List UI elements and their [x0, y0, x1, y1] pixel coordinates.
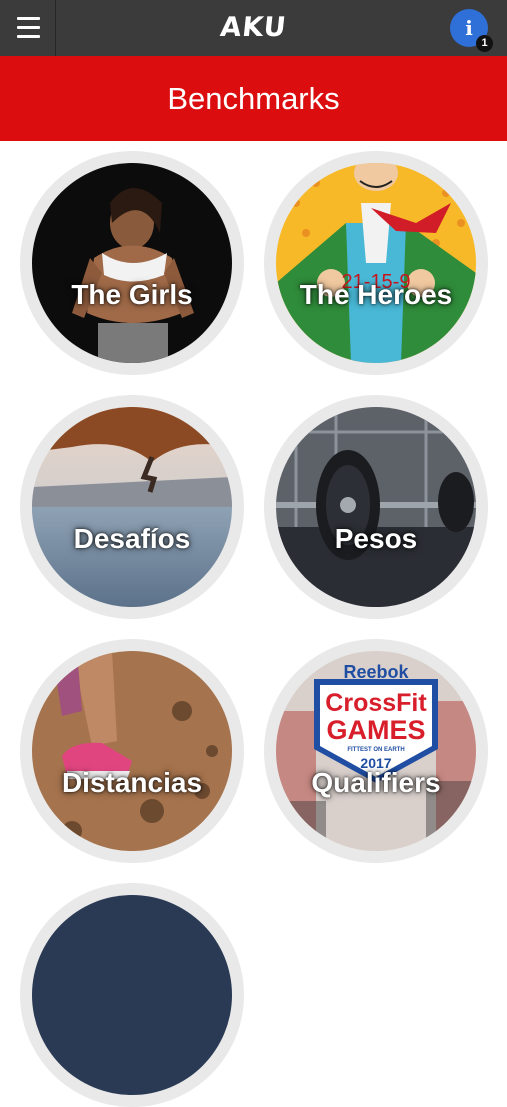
- pesos-image: [276, 407, 476, 607]
- tile-desafios[interactable]: Desafíos: [20, 395, 244, 619]
- tile-label: Distancias: [61, 767, 203, 798]
- qualifiers-logo-text: GAMES: [326, 715, 425, 745]
- distancias-image: [32, 651, 232, 851]
- tile-qualifiers[interactable]: Reebok CrossFit GAMES FITTEST ON EARTH 2…: [264, 639, 488, 863]
- tile-label: Qualifiers: [311, 767, 441, 798]
- qualifiers-logo-text: FITTEST ON EARTH: [347, 747, 404, 753]
- tile-label: The Girls: [71, 279, 193, 310]
- qualifiers-logo-text: CrossFit: [325, 689, 427, 717]
- notification-badge: 1: [476, 35, 493, 52]
- qualifiers-image: Reebok CrossFit GAMES FITTEST ON EARTH 2…: [276, 651, 476, 851]
- the-girls-image: [32, 163, 232, 363]
- top-app-bar: AKU i 1: [0, 0, 507, 56]
- app-logo: AKU: [218, 12, 289, 43]
- qualifiers-logo-text: Reebok: [343, 662, 409, 682]
- desafios-image: [32, 407, 232, 607]
- tile-label: Pesos: [334, 523, 418, 554]
- tile-next-image: [32, 895, 232, 1095]
- tile-the-heroes[interactable]: 21-15-9 The Heroes: [264, 151, 488, 375]
- tile-label: The Heroes: [299, 279, 453, 310]
- page-header: Benchmarks: [0, 56, 507, 141]
- tile-pesos[interactable]: Pesos: [264, 395, 488, 619]
- tile-the-girls[interactable]: The Girls: [20, 151, 244, 375]
- the-heroes-image: 21-15-9: [276, 163, 476, 363]
- page-title: Benchmarks: [167, 81, 340, 116]
- tile-label: Desafíos: [73, 523, 191, 554]
- tile-distancias[interactable]: Distancias: [20, 639, 244, 863]
- tile-next-partial[interactable]: [20, 883, 244, 1107]
